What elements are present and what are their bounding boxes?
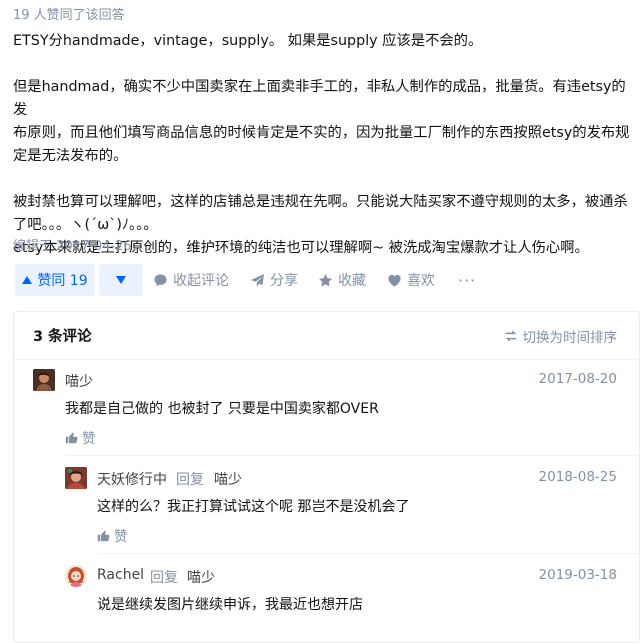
comment-text: 这样的么？我正打算试试这个呢 那岂不是没机会了	[97, 499, 410, 515]
vote-up-label: 赞同 19	[37, 273, 88, 289]
comment-like-button[interactable]: 赞	[97, 525, 128, 545]
header-divider	[14, 359, 639, 360]
triangle-up-icon	[22, 276, 33, 284]
comments-panel: 3 条评论 切换为时间排序 喵少 2017-08-20 我都是自己做的 也被封了…	[13, 311, 640, 643]
comment-text: 我都是自己做的 也被封了 只要是中国卖家都OVER	[65, 401, 379, 417]
comment-divider	[65, 455, 639, 456]
comment-item: 天妖修行中 回复 喵少 2018-08-25 这样的么？我正打算试试这个呢 那岂…	[14, 467, 639, 557]
sort-toggle-label: 切换为时间排序	[522, 330, 618, 346]
comment-like-label: 赞	[114, 529, 128, 545]
swap-icon	[505, 330, 516, 342]
vote-up-button[interactable]: 赞同 19	[15, 264, 95, 296]
edited-timestamp[interactable]: 编辑于 2017-04-26	[13, 235, 132, 254]
comment-like-button[interactable]: 赞	[65, 427, 96, 447]
share-label: 分享	[270, 273, 298, 289]
answer-paragraph: 但是handmad，确实不少中国卖家在上面卖非手工的，非私人制作的成品，批量货。…	[13, 79, 626, 118]
avatar[interactable]	[33, 369, 55, 391]
comment-like-label: 赞	[82, 431, 96, 447]
heart-icon	[388, 274, 401, 287]
comment-author[interactable]: 喵少	[65, 371, 93, 391]
avatar[interactable]	[65, 565, 87, 587]
comment-divider	[97, 553, 639, 554]
collapse-comments-label: 收起评论	[173, 273, 229, 289]
star-icon	[318, 273, 333, 286]
comment-author[interactable]: 天妖修行中	[97, 469, 167, 489]
comment-icon	[154, 273, 167, 286]
paper-plane-icon	[250, 273, 265, 287]
answer-paragraph: 了吧。。。ヽ(ˊωˋ)ﾉ。。。	[13, 217, 158, 233]
comment-item: 喵少 2017-08-20 我都是自己做的 也被封了 只要是中国卖家都OVER …	[14, 369, 639, 459]
triangle-down-icon	[116, 276, 126, 284]
answer-actions: 赞同 19 收起评论 分享 收藏 喜欢 ···	[13, 264, 633, 296]
reply-word: 回复	[176, 472, 204, 488]
comments-count: 3 条评论	[33, 329, 92, 345]
favorite-label: 收藏	[338, 273, 366, 289]
reply-word: 回复	[150, 570, 178, 586]
comment-author[interactable]: Rachel	[97, 567, 144, 583]
comment-text: 说是继续发图片继续申诉，我最近也想开店	[97, 597, 363, 613]
thumbs-up-icon	[65, 432, 78, 443]
more-button[interactable]: ···	[458, 264, 476, 296]
sort-toggle-button[interactable]: 切换为时间排序	[504, 326, 618, 346]
reply-target[interactable]: 喵少	[214, 469, 242, 489]
share-button[interactable]: 分享	[250, 264, 298, 296]
vote-down-button[interactable]	[99, 264, 143, 296]
comment-date: 2018-08-25	[538, 469, 617, 485]
comment-date: 2019-03-18	[538, 567, 617, 583]
thumbs-up-icon	[97, 530, 110, 541]
answer-paragraph: ETSY分handmade，vintage，supply。 如果是supply …	[13, 33, 483, 49]
favorite-button[interactable]: 收藏	[318, 264, 366, 296]
avatar[interactable]	[65, 467, 87, 489]
answer-paragraph: 布原则，而且他们填写商品信息的时候肯定是不实的，因为批量工厂制作的东西按照ets…	[13, 125, 630, 141]
answer-paragraph: 定是无法发布的。	[13, 148, 128, 164]
collapse-comments-button[interactable]: 收起评论	[153, 264, 229, 296]
comment-date: 2017-08-20	[538, 371, 617, 387]
answer-paragraph: 被封禁也算可以理解吧，这样的店铺总是违规在先啊。只能说大陆买家不遵守规则的太多，…	[13, 194, 628, 210]
like-label: 喜欢	[407, 273, 435, 289]
reply-target[interactable]: 喵少	[187, 567, 215, 587]
upvote-summary: 19 人赞同了该回答	[13, 8, 125, 23]
answer-content: ETSY分handmade，vintage，supply。 如果是supply …	[13, 30, 635, 260]
like-button[interactable]: 喜欢	[387, 264, 435, 296]
